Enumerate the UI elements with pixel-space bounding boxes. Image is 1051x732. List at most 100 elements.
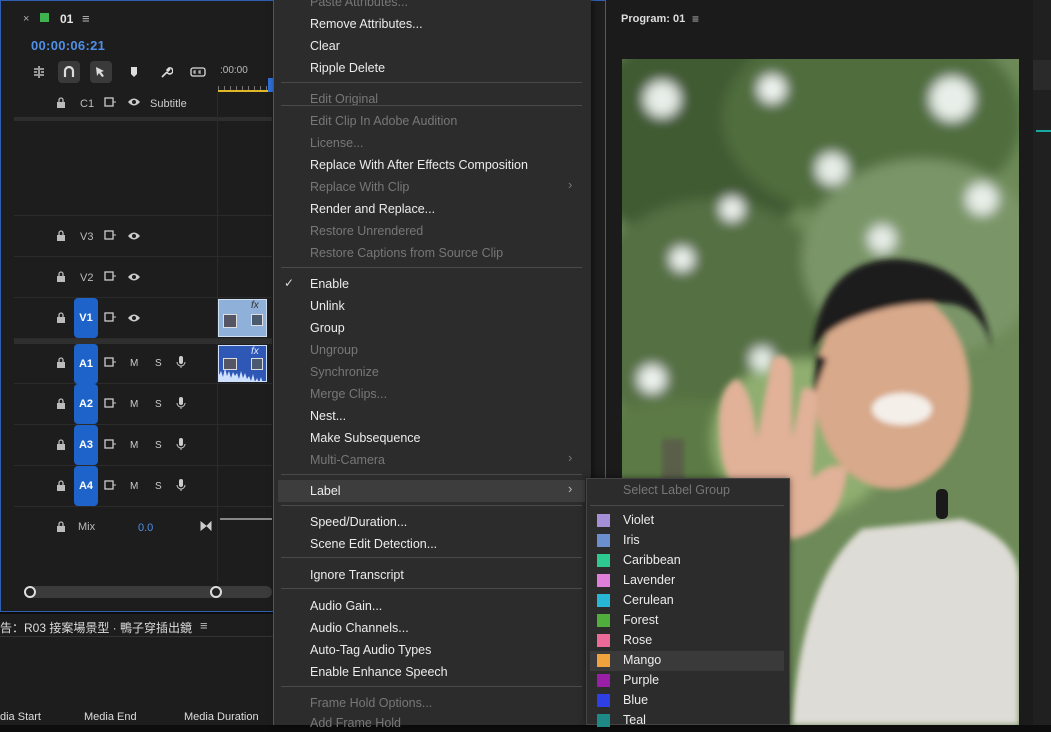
lock-icon[interactable] [56,480,66,495]
menu-item-render-and-replace[interactable]: Render and Replace... [310,200,435,218]
go-to-end-icon[interactable] [200,520,212,534]
scrollbar-right-handle[interactable] [210,586,222,598]
menu-item-group[interactable]: Group [310,319,345,337]
lock-icon[interactable] [56,398,66,413]
panel-title[interactable]: 告：R03 接案場景型 · 鴨子穿插出鏡 [0,619,192,636]
menu-separator [281,105,582,106]
lock-icon[interactable] [56,312,66,327]
menu-item-remove-attributes[interactable]: Remove Attributes... [310,15,423,33]
menu-item-synchronize: Synchronize [310,365,379,379]
menu-item-scene-edit-detection[interactable]: Scene Edit Detection... [310,535,437,553]
microphone-icon[interactable] [176,355,186,372]
solo-button[interactable]: S [155,481,162,492]
menu-item-paste-attributes: Paste Attributes... [310,0,408,9]
label-item-mango[interactable]: Mango [623,651,661,669]
program-monitor-title[interactable]: Program: 01 [621,13,685,25]
panel-menu-icon[interactable]: ≡ [82,11,90,26]
label-item-iris[interactable]: Iris [623,531,640,549]
menu-item-ignore-transcript[interactable]: Ignore Transcript [310,566,404,584]
side-tab[interactable] [1033,60,1051,90]
track-target-a3[interactable]: A3 [74,425,98,465]
track-target-a4[interactable]: A4 [74,466,98,506]
lock-icon[interactable] [56,357,66,372]
sync-lock-icon[interactable] [104,398,116,411]
insert-sequence-icon[interactable] [28,61,50,83]
column-header-media-duration[interactable]: Media Duration [184,711,259,723]
menu-item-nest[interactable]: Nest... [310,407,346,425]
lock-icon[interactable] [56,439,66,454]
menu-item-clear[interactable]: Clear [310,37,340,55]
sync-lock-icon[interactable] [104,439,116,452]
track-target-v1[interactable]: V1 [74,298,98,338]
menu-item-ripple-delete[interactable]: Ripple Delete [310,59,385,77]
menu-item-speed-duration[interactable]: Speed/Duration... [310,513,407,531]
eye-icon[interactable] [127,272,141,285]
menu-separator [281,505,582,506]
panel-menu-icon[interactable]: ≡ [200,618,208,633]
label-item-teal[interactable]: Teal [623,711,646,729]
timeline-zoom-scrollbar[interactable] [24,586,272,598]
sync-lock-icon[interactable] [104,230,116,243]
menu-item-enable-enhance-speech[interactable]: Enable Enhance Speech [310,663,448,681]
label-item-caribbean[interactable]: Caribbean [623,551,681,569]
sync-lock-icon[interactable] [104,271,116,284]
eye-icon[interactable] [127,231,141,244]
menu-separator [281,557,582,558]
mute-button[interactable]: M [130,358,138,369]
sequence-tab-name[interactable]: 01 [60,12,73,26]
menu-item-make-subsequence[interactable]: Make Subsequence [310,429,421,447]
menu-item-enable[interactable]: Enable [310,275,349,293]
mute-button[interactable]: M [130,399,138,410]
audio-clip[interactable]: fx [218,345,267,382]
label-item-purple[interactable]: Purple [623,671,659,689]
lock-icon[interactable] [56,230,66,245]
menu-item-audio-channels[interactable]: Audio Channels... [310,619,409,637]
sync-lock-icon[interactable] [104,357,116,370]
lock-icon[interactable] [56,271,66,286]
lock-icon[interactable] [56,521,66,536]
playhead-timecode[interactable]: 00:00:06:21 [31,38,105,53]
mute-button[interactable]: M [130,481,138,492]
label-item-forest[interactable]: Forest [623,611,658,629]
label-item-violet[interactable]: Violet [623,511,654,529]
track-target-a2[interactable]: A2 [74,384,98,424]
eye-icon[interactable] [127,313,141,326]
column-header-media-start[interactable]: dia Start [0,711,41,723]
sync-lock-icon[interactable] [104,97,116,110]
column-header-media-end[interactable]: Media End [84,711,137,723]
label-item-cerulean[interactable]: Cerulean [623,591,674,609]
track-label-v2[interactable]: V2 [80,272,93,284]
wrench-icon[interactable] [155,61,177,83]
menu-item-label[interactable]: Label [310,482,341,500]
solo-button[interactable]: S [155,399,162,410]
captions-icon[interactable] [187,61,209,83]
add-marker-icon[interactable] [123,61,145,83]
scrollbar-left-handle[interactable] [24,586,36,598]
panel-menu-icon[interactable]: ≡ [692,12,699,26]
close-tab-icon[interactable]: × [23,13,29,25]
label-item-rose[interactable]: Rose [623,631,652,649]
eye-icon[interactable] [127,97,141,110]
menu-item-unlink[interactable]: Unlink [310,297,345,315]
snap-magnet-icon[interactable] [58,61,80,83]
time-ruler[interactable] [218,86,272,92]
microphone-icon[interactable] [176,478,186,495]
mix-volume-value[interactable]: 0.0 [138,522,153,534]
track-target-a1[interactable]: A1 [74,344,98,384]
sync-lock-icon[interactable] [104,312,116,325]
menu-item-replace-with-after-effects-composition[interactable]: Replace With After Effects Composition [310,156,528,174]
track-label-v3[interactable]: V3 [80,231,93,243]
sync-lock-icon[interactable] [104,480,116,493]
solo-button[interactable]: S [155,358,162,369]
mute-button[interactable]: M [130,440,138,451]
menu-item-auto-tag-audio-types[interactable]: Auto-Tag Audio Types [310,641,431,659]
label-item-blue[interactable]: Blue [623,691,648,709]
menu-item-audio-gain[interactable]: Audio Gain... [310,597,382,615]
lock-icon[interactable] [56,97,66,112]
solo-button[interactable]: S [155,440,162,451]
video-clip[interactable]: fx [218,299,267,337]
microphone-icon[interactable] [176,437,186,454]
microphone-icon[interactable] [176,396,186,413]
linked-selection-icon[interactable] [90,61,112,83]
label-item-lavender[interactable]: Lavender [623,571,675,589]
